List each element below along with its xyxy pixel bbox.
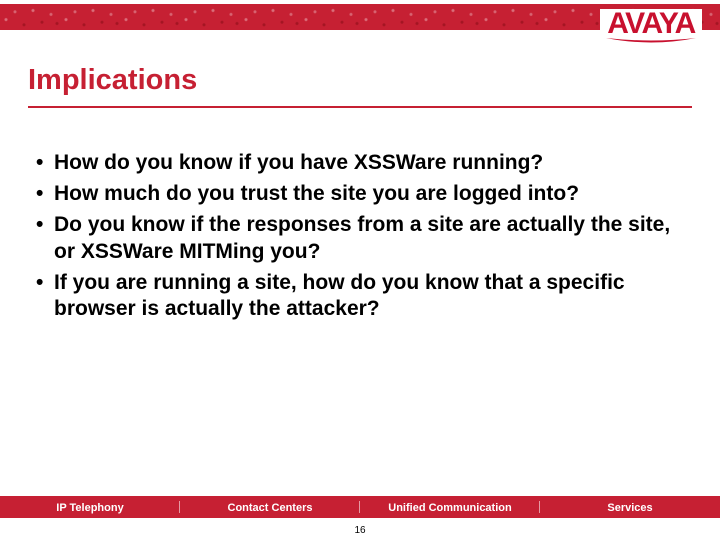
footer-bar: IP Telephony Contact Centers Unified Com…: [0, 496, 720, 518]
footer-segment-label: Services: [607, 502, 652, 514]
footer-segment-label: Unified Communication: [388, 502, 511, 514]
footer-segment: Contact Centers: [180, 498, 360, 516]
footer-segment: Services: [540, 498, 720, 516]
footer-segment: Unified Communication: [360, 498, 540, 516]
bullet-item: Do you know if the responses from a site…: [36, 212, 676, 266]
page-number: 16: [0, 525, 720, 536]
bullet-item: How much do you trust the site you are l…: [36, 181, 676, 208]
bullet-list: How do you know if you have XSSWare runn…: [36, 150, 676, 327]
slide-title: Implications: [28, 64, 197, 97]
brand-logo: AVAYA: [600, 9, 702, 45]
brand-swoosh-icon: [604, 35, 698, 45]
bullet-item: How do you know if you have XSSWare runn…: [36, 150, 676, 177]
bullet-item: If you are running a site, how do you kn…: [36, 270, 676, 324]
footer-segment-label: IP Telephony: [56, 502, 123, 514]
title-underline: [28, 106, 692, 108]
slide: AVAYA Implications How do you know if yo…: [0, 0, 720, 540]
footer-segment-label: Contact Centers: [228, 502, 313, 514]
footer-segment: IP Telephony: [0, 498, 180, 516]
